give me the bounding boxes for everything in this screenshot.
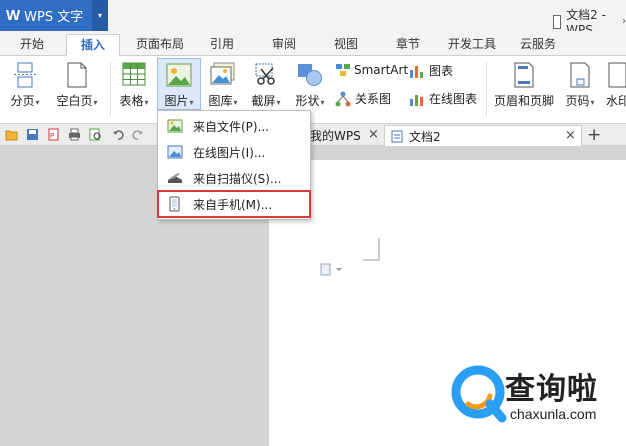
open-folder-icon[interactable] — [5, 128, 18, 141]
svg-text:P: P — [50, 132, 54, 140]
watermark-button[interactable]: 水印 — [604, 56, 626, 122]
online-chart-button[interactable]: 在线图表 — [409, 90, 477, 107]
print-preview-icon[interactable] — [89, 128, 102, 141]
picture-icon — [166, 63, 192, 87]
tab-developer[interactable]: 开发工具 — [442, 34, 502, 56]
title-bar: W WPS 文字 ▾ 文档2 - WPS › — [0, 0, 626, 37]
app-name: WPS 文字 — [24, 10, 84, 25]
smartart-icon — [336, 64, 350, 76]
tab-home[interactable]: 开始 — [8, 34, 56, 56]
print-icon[interactable] — [68, 128, 81, 141]
chevron-down-icon: ▾ — [93, 98, 98, 107]
ribbon-tabs: 开始 插入 页面布局 引用 审阅 视图 章节 开发工具 云服务 — [0, 31, 626, 56]
export-pdf-icon[interactable]: P — [47, 128, 60, 141]
doc-tab-doc2[interactable]: 文档2 × — [384, 125, 582, 146]
watermark-icon — [608, 62, 626, 88]
menu-item-from-scanner[interactable]: 来自扫描仪(S)... — [159, 166, 309, 190]
chart-button[interactable]: 图表 — [409, 62, 453, 79]
table-button[interactable]: 表格▾ — [114, 56, 154, 122]
page-number-icon — [570, 62, 590, 88]
save-icon[interactable] — [26, 128, 39, 141]
page-number-button[interactable]: 页码▾ — [560, 56, 600, 122]
app-menu-dropdown-icon[interactable]: ▾ — [92, 0, 108, 31]
tab-section[interactable]: 章节 — [386, 34, 430, 56]
chevron-down-icon: ▾ — [320, 98, 325, 107]
paste-options-icon[interactable] — [319, 263, 349, 277]
header-footer-button[interactable]: 页眉和页脚 — [492, 56, 556, 122]
picture-dropdown-menu: 来自文件(P)... 在线图片(I)... 来自扫描仪(S)... 来自手机(M… — [157, 110, 311, 220]
chevron-down-icon: ▾ — [233, 98, 238, 107]
margin-corner-marker — [363, 238, 380, 261]
relation-chart-icon — [335, 91, 351, 106]
chevron-down-icon: ▾ — [189, 98, 194, 107]
smartart-button[interactable]: SmartArt — [335, 62, 408, 78]
undo-icon[interactable] — [112, 128, 125, 141]
chevron-down-icon: ▾ — [144, 98, 149, 107]
bar-chart-icon — [410, 65, 423, 78]
online-chart-icon — [410, 94, 423, 106]
blank-page-button[interactable]: 空白页▾ — [50, 56, 104, 122]
page-break-button[interactable]: 分页▾ — [4, 56, 46, 122]
new-tab-button[interactable]: + — [587, 125, 601, 145]
chevron-down-icon: ▾ — [276, 98, 281, 107]
chevron-down-icon: ▾ — [35, 98, 40, 107]
relation-chart-button[interactable]: 关系图 — [335, 90, 391, 107]
gallery-icon — [210, 62, 235, 85]
tab-page-layout[interactable]: 页面布局 — [128, 34, 192, 56]
page-break-icon — [14, 62, 36, 88]
doc-tab-my-wps[interactable]: 我的WPS × — [300, 125, 382, 146]
table-icon — [122, 62, 146, 86]
shapes-icon — [298, 64, 322, 86]
watermark-url: chaxunla.com — [510, 406, 597, 422]
menu-item-from-file[interactable]: 来自文件(P)... — [159, 114, 309, 138]
tab-insert[interactable]: 插入 — [66, 34, 120, 56]
watermark-brand: 查询啦 — [505, 372, 598, 407]
tab-view[interactable]: 视图 — [324, 34, 368, 56]
header-footer-icon — [514, 62, 534, 88]
quick-access-bar: P 我的WPS × 文档2 × + — [0, 124, 626, 146]
ribbon-separator — [486, 62, 487, 116]
wps-logo-icon: W — [6, 7, 21, 24]
menu-item-online-picture[interactable]: 在线图片(I)... — [159, 140, 309, 164]
close-icon[interactable]: × — [565, 128, 576, 143]
scissors-icon — [255, 63, 275, 85]
ribbon-insert-panel: 分页▾ 空白页▾ 表格▾ 图片▾ 图库▾ 截屏▾ 形状▾ SmartArt 关系… — [0, 56, 626, 124]
tab-references[interactable]: 引用 — [200, 34, 244, 56]
picture-button[interactable]: 图片▾ — [157, 58, 201, 110]
phone-icon — [169, 196, 180, 212]
tab-review[interactable]: 审阅 — [262, 34, 306, 56]
chevron-down-icon: ▾ — [590, 98, 595, 107]
redo-icon[interactable] — [131, 128, 144, 141]
document-icon — [391, 130, 403, 142]
document-icon — [553, 14, 562, 29]
image-file-icon — [167, 119, 183, 133]
close-icon[interactable]: × — [368, 127, 379, 142]
blank-page-icon — [67, 62, 87, 88]
online-picture-icon — [167, 145, 183, 159]
scanner-icon — [168, 173, 182, 183]
title-arrow-icon[interactable]: › — [622, 16, 626, 27]
menu-item-from-phone[interactable]: 来自手机(M)... — [157, 190, 311, 218]
ribbon-separator — [110, 62, 111, 116]
tab-cloud[interactable]: 云服务 — [512, 34, 564, 56]
app-menu-button[interactable]: W WPS 文字 ▾ — [0, 0, 108, 31]
